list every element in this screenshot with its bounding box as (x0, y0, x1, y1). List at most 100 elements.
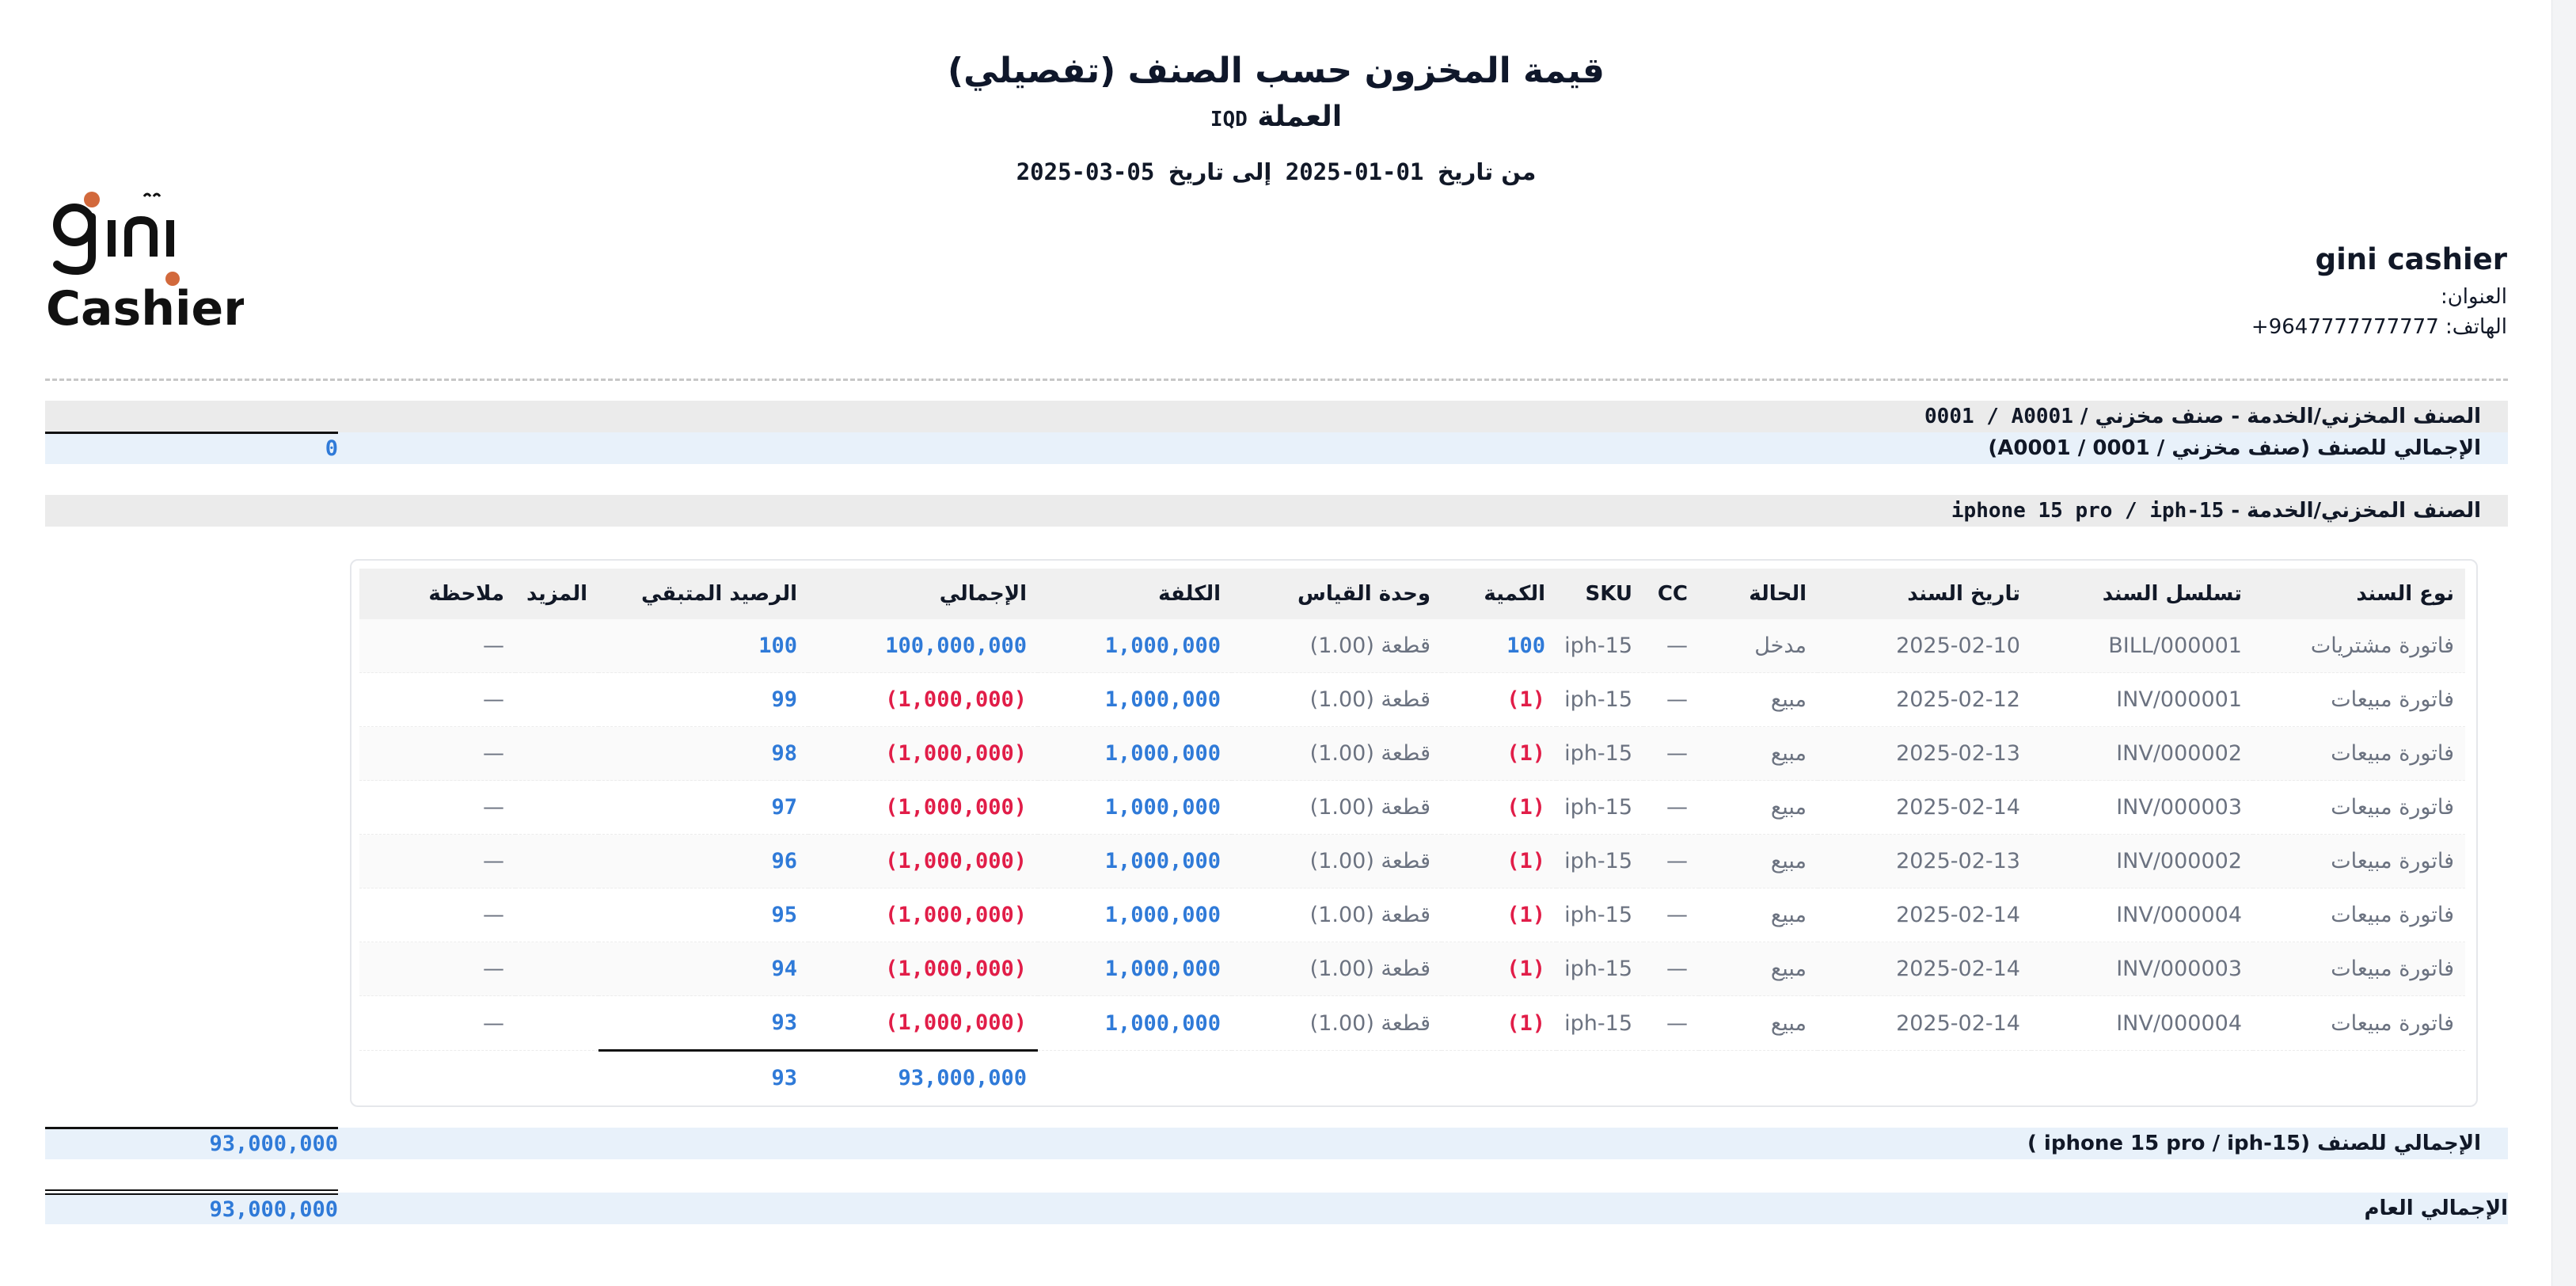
transactions-table: نوع السند تسلسل السند تاريخ السند الحالة… (359, 569, 2465, 1105)
cell-cc: — (1643, 888, 1699, 942)
grand-total-band: الإجمالي العام (45, 1193, 2508, 1224)
cell-unit: قطعة (1.00) (1232, 995, 1442, 1051)
cell-unit: قطعة (1.00) (1232, 942, 1442, 996)
cell-balance: 93 (598, 995, 808, 1051)
col-unit[interactable]: وحدة القياس (1232, 569, 1442, 619)
table-total-row: 93,000,000 93 (359, 1049, 2465, 1105)
table-row[interactable]: فاتورة مشتريات BILL/000001 2025-02-10 مدخل —… (359, 619, 2465, 673)
cell-status: مبيع (1699, 995, 1818, 1051)
cell-quantity: (1) (1442, 995, 1556, 1051)
group-header-label: الصنف المخزني/الخدمة - (2231, 499, 2481, 523)
cell-voucher-date: 2025-02-13 (1818, 834, 2031, 888)
group-header-a0001: الصنف المخزني/الخدمة - صنف مخزني / 0001 … (45, 401, 2508, 432)
cell-note: — (359, 942, 515, 996)
cell-voucher-date: 2025-02-13 (1818, 726, 2031, 781)
cell-quantity: (1) (1442, 672, 1556, 727)
cell-total: (1,000,000) (808, 834, 1038, 888)
report-header: قيمة المخزون حسب الصنف (تفصيلي) العملة I… (0, 44, 2552, 188)
cell-note: — (359, 726, 515, 781)
currency-label: العملة (1257, 101, 1343, 133)
col-status[interactable]: الحالة (1699, 569, 1818, 619)
scrollbar-track[interactable] (2551, 0, 2576, 1286)
cell-cost: 1,000,000 (1038, 780, 1232, 835)
group-total-label: الإجمالي للصنف (صنف مخزني / 0001 / A0001… (1988, 436, 2481, 460)
table-row[interactable]: فاتورة مبيعات INV/000004 2025-02-14 مبيع — ip… (359, 888, 2465, 942)
table-row[interactable]: فاتورة مبيعات INV/000003 2025-02-14 مبيع — ip… (359, 942, 2465, 996)
cell-cc: — (1643, 672, 1699, 727)
cell-voucher-type: فاتورة مبيعات (2253, 672, 2465, 727)
cell-status: مبيع (1699, 888, 1818, 942)
col-balance[interactable]: الرصيد المتبقي (598, 569, 808, 619)
table-body: فاتورة مشتريات BILL/000001 2025-02-10 مدخل —… (359, 619, 2465, 1051)
report-page: قيمة المخزون حسب الصنف (تفصيلي) العملة I… (0, 0, 2552, 1286)
cell-sku: iph-15 (1556, 888, 1643, 942)
col-cc[interactable]: CC (1643, 569, 1699, 619)
group-total-value: 93,000,000 (45, 1127, 338, 1157)
table-row[interactable]: فاتورة مبيعات INV/000002 2025-02-13 مبيع — ip… (359, 834, 2465, 888)
address-label: العنوان: (2440, 285, 2507, 309)
cell-note: — (359, 780, 515, 835)
company-info: gini cashier العنوان: الهاتف: +964777777… (2251, 238, 2507, 342)
group-total-label: الإجمالي للصنف (iphone 15 pro / iph-15 ) (2027, 1132, 2481, 1155)
header-divider (45, 379, 2508, 381)
table-row[interactable]: فاتورة مبيعات INV/000003 2025-02-14 مبيع — ip… (359, 780, 2465, 835)
cell-sku: iph-15 (1556, 834, 1643, 888)
table-row[interactable]: فاتورة مبيعات INV/000004 2025-02-14 مبيع — ip… (359, 995, 2465, 1051)
col-cost[interactable]: الكلفة (1038, 569, 1232, 619)
col-total[interactable]: الإجمالي (808, 569, 1038, 619)
col-voucher-serial[interactable]: تسلسل السند (2031, 569, 2253, 619)
cell-more (515, 995, 598, 1051)
cell-voucher-type: فاتورة مبيعات (2253, 834, 2465, 888)
col-voucher-date[interactable]: تاريخ السند (1818, 569, 2031, 619)
cell-cc: — (1643, 834, 1699, 888)
cell-voucher-date: 2025-02-14 (1818, 942, 2031, 996)
cell-voucher-type: فاتورة مبيعات (2253, 726, 2465, 781)
company-address: العنوان: (2251, 282, 2507, 312)
group-total-value: 0 (45, 432, 338, 462)
cell-more (515, 726, 598, 781)
table-row[interactable]: فاتورة مبيعات INV/000002 2025-02-13 مبيع — ip… (359, 726, 2465, 781)
report-title: قيمة المخزون حسب الصنف (تفصيلي) (948, 51, 1605, 91)
company-phone: الهاتف: +9647777777777 (2251, 312, 2507, 342)
cell-more (515, 672, 598, 727)
cell-voucher-serial: INV/000002 (2031, 726, 2253, 781)
to-date: 2025-03-05 (1016, 158, 1155, 185)
cell-unit: قطعة (1.00) (1232, 726, 1442, 781)
cell-cost: 1,000,000 (1038, 726, 1232, 781)
cell-total: (1,000,000) (808, 888, 1038, 942)
cell-cost: 1,000,000 (1038, 619, 1232, 673)
company-logo: Cashier (46, 188, 244, 331)
cell-more (515, 942, 598, 996)
cell-more (515, 834, 598, 888)
cell-voucher-type: فاتورة مبيعات (2253, 888, 2465, 942)
table-total-balance: 93 (598, 1049, 808, 1105)
cell-cost: 1,000,000 (1038, 888, 1232, 942)
col-quantity[interactable]: الكمية (1442, 569, 1556, 619)
from-date: 2025-01-01 (1285, 158, 1424, 185)
cell-total: (1,000,000) (808, 995, 1038, 1051)
cell-total: 100,000,000 (808, 619, 1038, 673)
cell-voucher-serial: INV/000001 (2031, 672, 2253, 727)
cell-unit: قطعة (1.00) (1232, 672, 1442, 727)
cell-note: — (359, 995, 515, 1051)
cell-voucher-serial: INV/000004 (2031, 995, 2253, 1051)
cell-quantity: (1) (1442, 834, 1556, 888)
phone-label: الهاتف: (2445, 315, 2507, 339)
col-note[interactable]: ملاحظة (359, 569, 515, 619)
cell-voucher-date: 2025-02-10 (1818, 619, 2031, 673)
cell-sku: iph-15 (1556, 726, 1643, 781)
cell-voucher-serial: INV/000004 (2031, 888, 2253, 942)
table-row[interactable]: فاتورة مبيعات INV/000001 2025-02-12 مبيع — ip… (359, 672, 2465, 727)
col-voucher-type[interactable]: نوع السند (2253, 569, 2465, 619)
group-header-code: iphone 15 pro / iph-15 (1951, 499, 2225, 523)
cell-balance: 97 (598, 780, 808, 835)
col-sku[interactable]: SKU (1556, 569, 1643, 619)
cell-voucher-serial: INV/000002 (2031, 834, 2253, 888)
cell-voucher-date: 2025-02-12 (1818, 672, 2031, 727)
table-header-row: نوع السند تسلسل السند تاريخ السند الحالة… (359, 569, 2465, 619)
cell-voucher-type: فاتورة مبيعات (2253, 995, 2465, 1051)
phone-value: +9647777777777 (2251, 315, 2439, 339)
cell-cost: 1,000,000 (1038, 672, 1232, 727)
col-more[interactable]: المزيد (515, 569, 598, 619)
cell-total: (1,000,000) (808, 672, 1038, 727)
